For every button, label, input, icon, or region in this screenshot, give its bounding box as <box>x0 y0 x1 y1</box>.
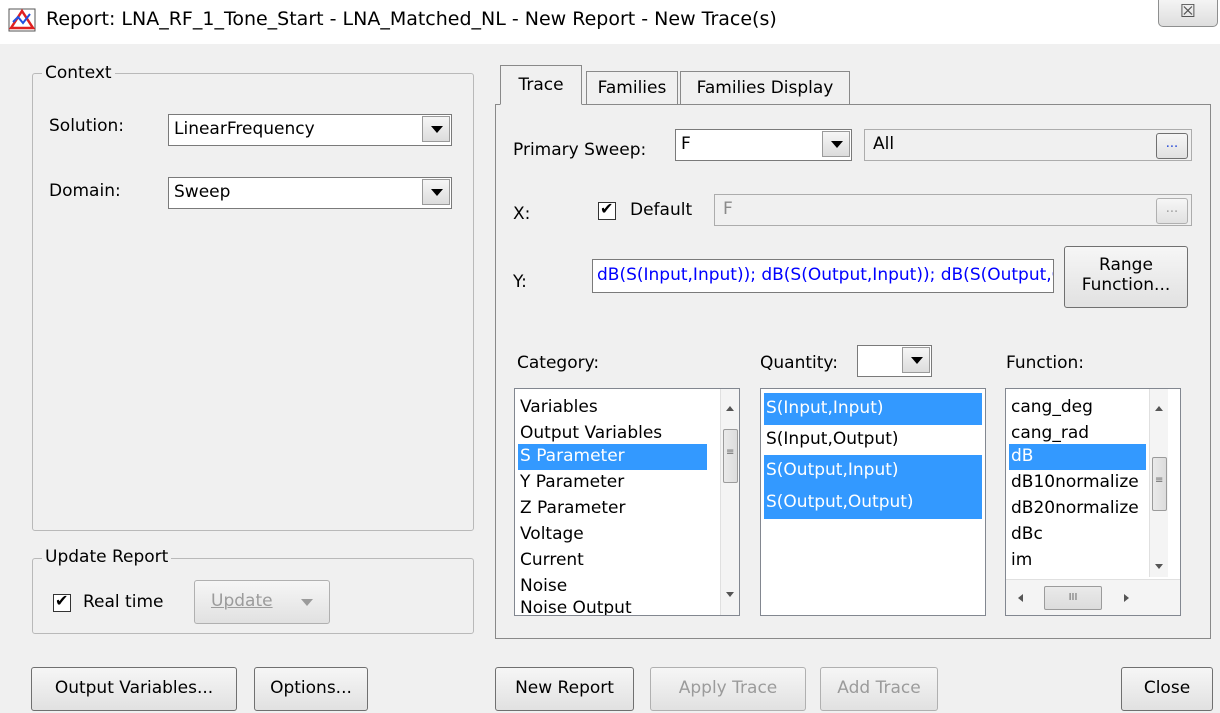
context-group-label: Context <box>42 63 115 83</box>
primary-sweep-select[interactable]: F <box>675 129 852 161</box>
options-button[interactable]: Options... <box>254 667 368 711</box>
chevron-down-icon[interactable] <box>822 131 850 157</box>
close-button[interactable]: Close <box>1121 667 1213 711</box>
category-list[interactable]: Variables Output Variables S Parameter Y… <box>514 388 740 616</box>
close-window-icon[interactable]: ☒ <box>1158 0 1218 27</box>
grip-icon: ≡ <box>1155 475 1164 486</box>
primary-sweep-ellipsis-button[interactable]: ... <box>1156 133 1188 159</box>
list-item[interactable]: dBc <box>1009 522 1043 548</box>
y-value: dB(S(Input,Input)); dB(S(Output,Input));… <box>597 265 1053 285</box>
range-function-button[interactable]: Range Function... <box>1064 246 1188 308</box>
scroll-up-icon[interactable] <box>1150 399 1169 419</box>
list-item[interactable]: im <box>1009 548 1032 574</box>
scroll-down-icon[interactable] <box>1150 557 1169 577</box>
chevron-down-icon[interactable] <box>422 179 450 205</box>
scroll-thumb[interactable]: III <box>1044 586 1102 610</box>
list-item[interactable]: Noise Output <box>518 596 632 615</box>
window-title: Report: LNA_RF_1_Tone_Start - LNA_Matche… <box>46 8 777 30</box>
range-function-line2: Function... <box>1081 275 1171 295</box>
solution-label: Solution: <box>49 116 124 136</box>
function-hscrollbar[interactable]: III <box>1006 579 1180 615</box>
domain-value: Sweep <box>174 182 231 202</box>
primary-sweep-range: All <box>864 129 1192 161</box>
function-vscrollbar[interactable]: ≡ <box>1149 389 1168 577</box>
list-item[interactable]: dB <box>1009 444 1146 470</box>
list-item[interactable]: Variables <box>518 395 598 421</box>
tab-families[interactable]: Families <box>586 71 678 105</box>
scroll-right-icon[interactable] <box>1124 594 1129 602</box>
list-item[interactable]: Y Parameter <box>518 470 624 496</box>
new-report-button[interactable]: New Report <box>495 667 634 711</box>
domain-select[interactable]: Sweep <box>168 177 452 209</box>
update-label: Update <box>211 591 273 611</box>
x-label: X: <box>513 204 531 224</box>
list-item[interactable]: Voltage <box>518 522 584 548</box>
grip-icon: ≡ <box>726 447 735 458</box>
solution-select[interactable]: LinearFrequency <box>168 114 452 146</box>
scroll-left-icon[interactable] <box>1018 594 1023 602</box>
app-icon <box>8 8 36 32</box>
scroll-up-icon[interactable] <box>721 399 739 419</box>
solution-value: LinearFrequency <box>174 119 315 139</box>
tab-trace[interactable]: Trace <box>500 65 582 105</box>
quantity-label: Quantity: <box>760 353 838 373</box>
category-scrollbar[interactable]: ≡ <box>720 389 739 615</box>
list-item[interactable]: dB10normalize <box>1009 470 1146 496</box>
primary-sweep-value: F <box>681 134 691 154</box>
chevron-down-icon[interactable] <box>422 116 450 142</box>
list-item[interactable]: S(Output,Input) <box>764 455 982 487</box>
y-label: Y: <box>513 272 527 292</box>
chevron-down-icon[interactable] <box>902 347 930 373</box>
realtime-checkbox[interactable] <box>53 591 71 612</box>
update-report-group-label: Update Report <box>42 547 172 567</box>
list-item[interactable]: S(Input,Output) <box>764 425 982 455</box>
list-item[interactable]: S(Input,Input) <box>764 393 982 425</box>
x-value: F <box>723 199 733 219</box>
quantity-list[interactable]: S(Input,Input) S(Input,Output) S(Output,… <box>760 388 986 616</box>
default-label[interactable]: Default <box>630 200 692 220</box>
function-label: Function: <box>1006 353 1085 373</box>
chevron-down-icon <box>301 599 313 606</box>
list-item[interactable]: dB20normalize <box>1009 496 1146 522</box>
list-item[interactable]: Z Parameter <box>518 496 626 522</box>
realtime-label[interactable]: Real time <box>83 592 163 612</box>
y-field[interactable]: dB(S(Input,Input)); dB(S(Output,Input));… <box>592 259 1054 293</box>
scroll-down-icon[interactable] <box>721 585 739 605</box>
default-checkbox[interactable] <box>598 199 616 220</box>
apply-trace-button[interactable]: Apply Trace <box>650 667 806 711</box>
list-item[interactable]: cang_deg <box>1009 395 1093 421</box>
list-item[interactable]: S(Output,Output) <box>764 487 982 519</box>
primary-sweep-label: Primary Sweep: <box>513 140 647 160</box>
list-item[interactable]: Current <box>518 548 584 574</box>
x-ellipsis-button[interactable]: ... <box>1156 198 1188 224</box>
domain-label: Domain: <box>49 181 121 201</box>
tab-families-display[interactable]: Families Display <box>680 71 850 105</box>
quantity-select[interactable] <box>857 345 932 377</box>
output-variables-button[interactable]: Output Variables... <box>31 667 237 711</box>
x-field: F <box>714 194 1192 226</box>
function-list[interactable]: cang_deg cang_rad dB dB10normalize dB20n… <box>1005 388 1181 616</box>
add-trace-button[interactable]: Add Trace <box>820 667 938 711</box>
category-label: Category: <box>517 353 600 373</box>
range-function-line1: Range <box>1099 255 1153 275</box>
list-item[interactable]: S Parameter <box>518 444 707 470</box>
primary-sweep-range-value: All <box>873 134 895 154</box>
update-button[interactable]: Update <box>194 580 330 624</box>
